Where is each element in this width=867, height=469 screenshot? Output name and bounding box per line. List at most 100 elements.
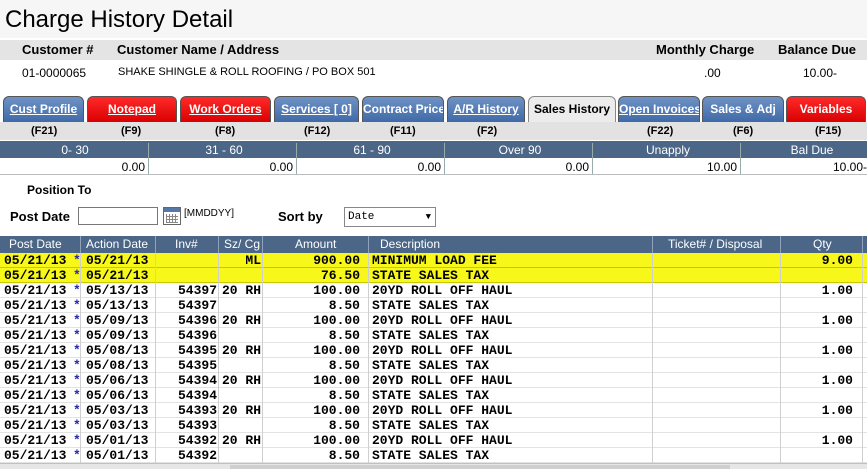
cell-amount: 100.00: [313, 343, 360, 358]
tab-cust-profile[interactable]: Cust Profile: [3, 96, 84, 122]
aging-header: 0- 30 31 - 60 61 - 90 Over 90 Unapply Ba…: [0, 141, 867, 158]
tab-variables[interactable]: Variables: [786, 96, 866, 122]
table-row[interactable]: 05/21/13 * 05/06/13 54394 20 RH 100.00 20YD RO…: [0, 373, 867, 388]
fkey-notepad: (F9): [121, 125, 142, 137]
cell-description: 20YD ROLL OFF HAUL: [372, 373, 513, 388]
cell-action-date: 05/08/13: [86, 358, 149, 373]
col-amount[interactable]: Amount: [295, 237, 336, 251]
table-row[interactable]: 05/21/13 * 05/08/13 54395 8.50 STATE SALES TA…: [0, 358, 867, 373]
aging-divider: [592, 143, 593, 174]
cell-description: STATE SALES TAX: [372, 448, 490, 463]
aging-divider: [296, 143, 297, 174]
table-row[interactable]: 05/21/13 * 05/09/13 54396 8.50 STATE SALES TA…: [0, 328, 867, 343]
cell-action-date: 05/09/13: [86, 328, 149, 343]
tab-bar: Cust Profile Notepad Work Orders Service…: [0, 96, 867, 122]
post-date-input[interactable]: [78, 207, 158, 225]
cell-amount: 8.50: [328, 328, 360, 343]
cell-marker: *: [73, 358, 81, 373]
cell-amount: 8.50: [328, 388, 360, 403]
tab-work-orders[interactable]: Work Orders: [180, 96, 271, 122]
cell-post-date: 05/21/13: [4, 448, 67, 463]
aging-over-90-value: 0.00: [565, 160, 589, 174]
cell-description: 20YD ROLL OFF HAUL: [372, 313, 513, 328]
table-row[interactable]: 05/21/13 * 05/21/13 ML 900.00 MINIMUM LOAD FE…: [0, 253, 867, 268]
cell-action-date: 05/03/13: [86, 418, 149, 433]
customer-number: 01-0000065: [22, 66, 87, 80]
cell-sz-cg: ML: [245, 253, 261, 268]
scrollbar-thumb[interactable]: [230, 465, 730, 469]
customer-number-header: Customer #: [22, 42, 94, 57]
col-post-date[interactable]: Post Date: [9, 237, 62, 251]
grid-header: Post Date Action Date Inv# Sz/ Cg Amount…: [0, 236, 867, 253]
cell-sz-cg: 20 RH: [221, 433, 261, 448]
table-row[interactable]: 05/21/13 * 05/03/13 54393 8.50 STATE SALES TA…: [0, 418, 867, 433]
cell-marker: *: [73, 388, 81, 403]
cell-post-date: 05/21/13: [4, 283, 67, 298]
tab-services[interactable]: Services [ 0]: [274, 96, 359, 122]
aging-divider: [148, 143, 149, 174]
aging-unapply-value: 10.00: [706, 160, 737, 174]
cell-post-date: 05/21/13: [4, 268, 67, 283]
cell-post-date: 05/21/13: [4, 328, 67, 343]
tab-sales-adj[interactable]: Sales & Adj: [702, 96, 784, 122]
tab-ar-history[interactable]: A/R History: [447, 96, 525, 122]
cell-marker: *: [73, 373, 81, 388]
cell-amount: 900.00: [313, 253, 360, 268]
cell-post-date: 05/21/13: [4, 403, 67, 418]
cell-sz-cg: 20 RH: [221, 373, 261, 388]
tab-contract-price[interactable]: Contract Price: [362, 96, 444, 122]
cell-amount: 76.50: [320, 268, 360, 283]
cell-amount: 100.00: [313, 403, 360, 418]
title-bar: Charge History Detail: [0, 0, 867, 38]
cell-marker: *: [73, 433, 81, 448]
aging-bal-due-value: 10.00-: [832, 160, 867, 174]
table-row[interactable]: 05/21/13 * 05/06/13 54394 8.50 STATE SALES TA…: [0, 388, 867, 403]
cell-marker: *: [73, 403, 81, 418]
cell-action-date: 05/13/13: [86, 298, 149, 313]
col-inv[interactable]: Inv#: [175, 237, 198, 251]
calendar-icon[interactable]: [163, 207, 181, 225]
cell-amount: 8.50: [328, 358, 360, 373]
table-row[interactable]: 05/21/13 * 05/21/13 76.50 STATE SALES TAX: [0, 268, 867, 283]
aging-divider: [444, 143, 445, 174]
cell-post-date: 05/21/13: [4, 343, 67, 358]
cell-post-date: 05/21/13: [4, 373, 67, 388]
horizontal-scrollbar[interactable]: [0, 463, 867, 469]
cell-description: STATE SALES TAX: [372, 328, 490, 343]
sort-by-label: Sort by: [278, 209, 323, 224]
table-row[interactable]: 05/21/13 * 05/01/13 54392 8.50 STATE SALES TA…: [0, 448, 867, 463]
cell-action-date: 05/09/13: [86, 313, 149, 328]
table-row[interactable]: 05/21/13 * 05/01/13 54392 20 RH 100.00 20YD RO…: [0, 433, 867, 448]
cell-marker: *: [73, 283, 81, 298]
aging-31-60-header: 31 - 60: [205, 143, 243, 157]
cell-inv: 54397: [177, 298, 217, 313]
cell-inv: 54396: [177, 313, 217, 328]
aging-divider: [740, 143, 741, 174]
tab-open-invoices[interactable]: Open Invoices: [618, 96, 700, 122]
table-row[interactable]: 05/21/13 * 05/03/13 54393 20 RH 100.00 20YD RO…: [0, 403, 867, 418]
col-qty[interactable]: Qty: [813, 237, 832, 251]
table-row[interactable]: 05/21/13 * 05/13/13 54397 8.50 STATE SALES TA…: [0, 298, 867, 313]
cell-post-date: 05/21/13: [4, 253, 67, 268]
cell-action-date: 05/01/13: [86, 433, 149, 448]
cell-description: 20YD ROLL OFF HAUL: [372, 283, 513, 298]
cell-amount: 8.50: [328, 418, 360, 433]
col-action-date[interactable]: Action Date: [86, 237, 148, 251]
tab-sales-history[interactable]: Sales History: [528, 96, 616, 122]
col-ticket-disposal[interactable]: Ticket# / Disposal: [668, 237, 762, 251]
cell-description: STATE SALES TAX: [372, 418, 490, 433]
col-sz-cg[interactable]: Sz/ Cg: [224, 237, 260, 251]
cell-description: STATE SALES TAX: [372, 298, 490, 313]
table-row[interactable]: 05/21/13 * 05/13/13 54397 20 RH 100.00 20YD RO…: [0, 283, 867, 298]
tab-notepad[interactable]: Notepad: [87, 96, 177, 122]
cell-post-date: 05/21/13: [4, 388, 67, 403]
cell-inv: 54395: [177, 358, 217, 373]
position-panel: Position To Post Date [MMDDYY] Sort by D…: [0, 178, 867, 234]
col-description[interactable]: Description: [380, 237, 440, 251]
table-row[interactable]: 05/21/13 * 05/09/13 54396 20 RH 100.00 20YD RO…: [0, 313, 867, 328]
table-row[interactable]: 05/21/13 * 05/08/13 54395 20 RH 100.00 20YD RO…: [0, 343, 867, 358]
cell-amount: 8.50: [328, 298, 360, 313]
cell-description: STATE SALES TAX: [372, 388, 490, 403]
sort-by-select[interactable]: Date ▼: [344, 207, 436, 227]
cell-inv: 54396: [177, 328, 217, 343]
